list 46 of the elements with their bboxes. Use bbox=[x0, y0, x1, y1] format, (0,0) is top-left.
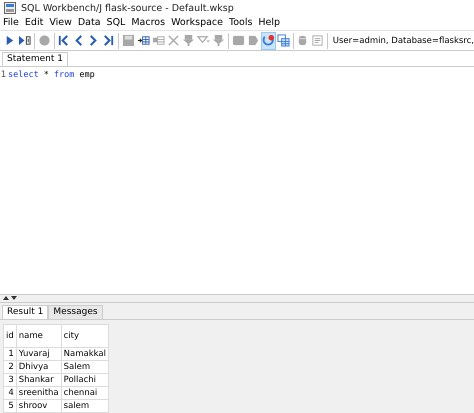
insert-row-icon bbox=[136, 34, 150, 48]
column-header[interactable]: id bbox=[4, 324, 16, 348]
table-cell: 4 bbox=[4, 386, 16, 400]
line-number: 1 bbox=[0, 70, 6, 80]
app-logo-icon bbox=[4, 2, 16, 14]
menu-item[interactable]: Tools bbox=[229, 17, 252, 28]
code-line: select * from emp bbox=[8, 70, 95, 80]
table-cell: chennai bbox=[61, 386, 108, 400]
splitter-arrows-icon[interactable] bbox=[3, 295, 17, 302]
menu-item[interactable]: View bbox=[49, 17, 72, 28]
table-cell: 5 bbox=[4, 399, 16, 412]
editor-tab[interactable]: Statement 1 bbox=[2, 52, 68, 66]
table-cell: 1 bbox=[4, 347, 16, 360]
table-cell: Shankar bbox=[16, 373, 62, 386]
table-cell: 2 bbox=[4, 360, 16, 374]
column-header[interactable]: name bbox=[16, 324, 62, 348]
table-cell: shroov bbox=[16, 399, 62, 412]
first-icon bbox=[57, 34, 70, 48]
table-cell: sreenitha bbox=[16, 386, 62, 400]
table-cell: 3 bbox=[4, 373, 16, 386]
stop-icon bbox=[38, 34, 51, 48]
menu-item[interactable]: Data bbox=[78, 17, 101, 28]
connection-info: User=admin, Database=flasksrc, bbox=[332, 36, 474, 46]
document-icon bbox=[311, 34, 324, 48]
menu-item[interactable]: Macros bbox=[131, 17, 166, 28]
window-title: SQL Workbench/J flask-source - Default.wksp bbox=[21, 2, 234, 14]
copy-row-icon bbox=[152, 34, 165, 48]
grid-icon bbox=[276, 34, 290, 48]
menu-item[interactable]: File bbox=[3, 17, 19, 28]
table-cell: Pollachi bbox=[61, 373, 108, 386]
result-tab[interactable]: Messages bbox=[48, 304, 103, 319]
table-cell: Salem bbox=[61, 360, 108, 374]
menu-item[interactable]: Workspace bbox=[171, 17, 223, 28]
last-icon bbox=[102, 34, 116, 48]
save-icon bbox=[122, 34, 135, 48]
menu-item[interactable]: Help bbox=[258, 17, 280, 28]
menu-item[interactable]: Edit bbox=[24, 17, 44, 28]
table-cell: salem bbox=[61, 399, 108, 412]
table-cell: Yuvaraj bbox=[16, 347, 62, 360]
run-current-icon bbox=[18, 34, 31, 48]
result-tab[interactable]: Result 1 bbox=[2, 304, 48, 319]
column-header[interactable]: city bbox=[61, 324, 108, 348]
menu-item[interactable]: SQL bbox=[106, 17, 126, 28]
table-cell: Namakkal bbox=[61, 347, 108, 360]
delete-icon bbox=[166, 34, 180, 48]
table-cell: Dhivya bbox=[16, 360, 62, 374]
